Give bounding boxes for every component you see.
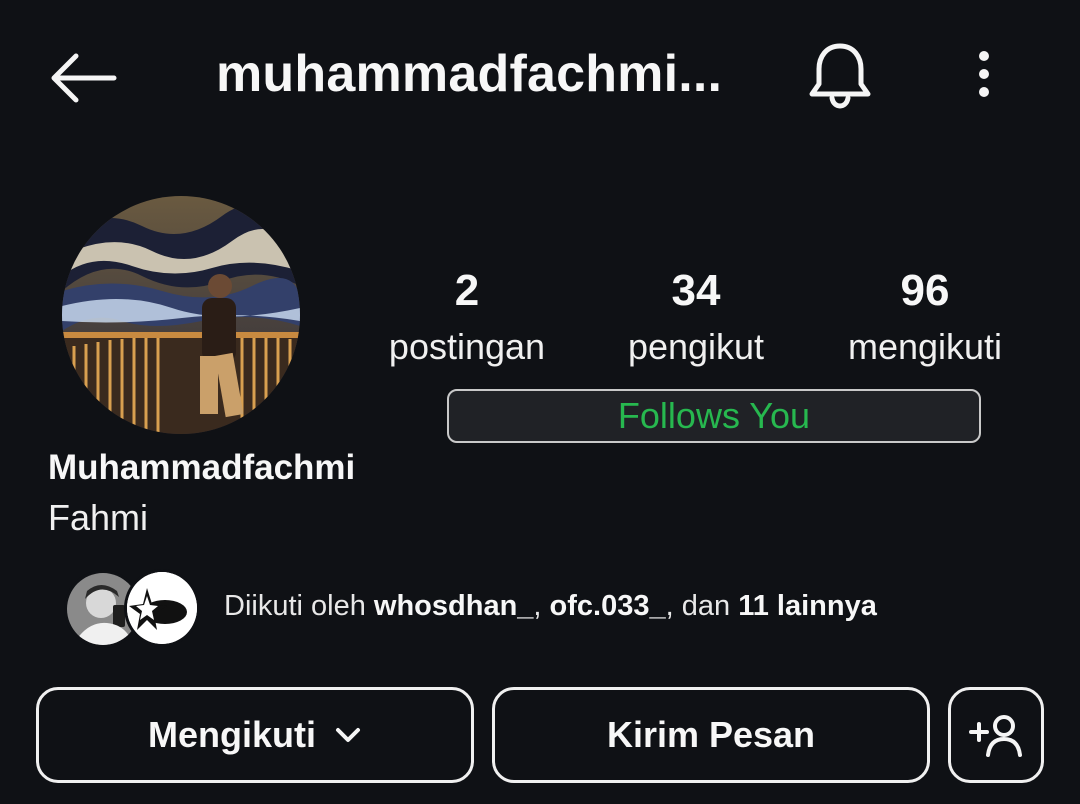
mutual-username-1: whosdhan_ [373,590,534,622]
add-person-icon [969,715,1022,757]
send-message-button[interactable]: Kirim Pesan [492,687,930,783]
bell-icon[interactable] [806,40,874,110]
chevron-down-icon [336,728,360,742]
followed-by-prefix: Diikuti oleh [224,590,374,622]
profile-page: muhammadfachmi... 2 postingan 34 pengiku… [0,0,1080,804]
send-message-label: Kirim Pesan [606,714,816,755]
more-vertical-icon[interactable] [968,48,1000,104]
follows-you-badge: Follows You [447,389,981,443]
followers-label: pengikut [627,326,765,367]
followed-by-text[interactable]: Diikuti oleh whosdhan_, ofc.033_, dan 11… [224,590,877,623]
profile-avatar[interactable] [62,196,300,434]
mutual-follower-avatar[interactable] [124,569,200,647]
mutual-username-2: ofc.033_ [549,590,666,622]
mutual-avatar-logo [127,572,197,644]
following-count: 96 [900,266,950,315]
followed-by-conjunction: , dan [665,590,739,622]
following-button[interactable]: Mengikuti [36,687,474,783]
suggest-people-button[interactable] [948,687,1044,783]
avatar-photo [62,196,300,434]
following-button-label: Mengikuti [148,714,316,755]
posts-count: 2 [454,266,480,315]
mutual-others-count: 11 lainnya [738,590,877,622]
following-label: mengikuti [847,326,1003,367]
followed-by-separator: , [533,590,550,622]
followers-count: 34 [671,266,721,315]
profile-full-name: Muhammadfachmi [48,448,356,487]
stat-following[interactable]: 96 mengikuti [815,262,1035,374]
stat-posts[interactable]: 2 postingan [357,262,577,374]
profile-bio-name: Fahmi [48,497,149,538]
posts-label: postingan [388,326,546,367]
page-title: muhammadfachmi... [216,45,723,103]
back-arrow-icon[interactable] [48,50,120,106]
stat-followers[interactable]: 34 pengikut [586,262,806,374]
